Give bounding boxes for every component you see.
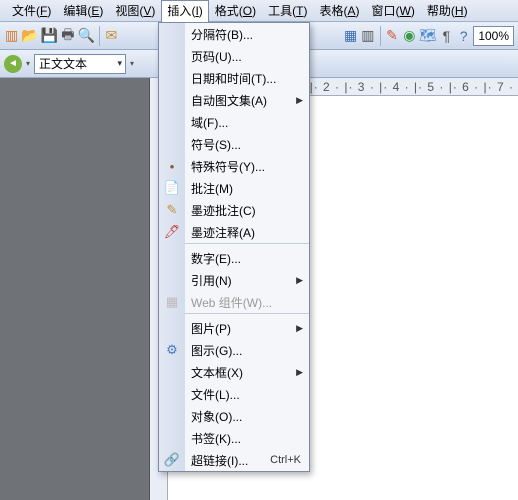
menu-item-field[interactable]: 域(F)... <box>159 111 309 133</box>
menu-item-page-number[interactable]: 页码(U)... <box>159 45 309 67</box>
menu-table[interactable]: 表格(A) <box>314 0 366 21</box>
menu-item-file[interactable]: 文件(L)... <box>159 383 309 405</box>
drawing-icon[interactable]: ✎ <box>384 27 399 45</box>
menu-item-ink-comment[interactable]: ✎墨迹批注(C) <box>159 199 309 221</box>
table-icon[interactable]: ▦ <box>343 27 358 45</box>
menu-item-reference[interactable]: 引用(N)▶ <box>159 269 309 291</box>
nav-dropdown-icon[interactable]: ▾ <box>26 59 30 68</box>
style-dropdown-icon[interactable]: ▾ <box>130 59 134 68</box>
navigation-pane[interactable] <box>0 78 150 500</box>
save-icon[interactable]: 💾 <box>41 27 58 45</box>
menu-item-comment[interactable]: 📄批注(M) <box>159 177 309 199</box>
new-doc-icon[interactable]: ▥ <box>4 27 19 45</box>
menu-item-separator[interactable]: 分隔符(B)... <box>159 23 309 45</box>
menu-tools[interactable]: 工具(T) <box>262 0 313 21</box>
insert-menu-dropdown: 分隔符(B)... 页码(U)... 日期和时间(T)... 自动图文集(A)▶… <box>158 22 310 472</box>
columns-icon[interactable]: ▥ <box>360 27 375 45</box>
zoom-combo[interactable]: 100% <box>473 26 514 46</box>
menu-format[interactable]: 格式(O) <box>209 0 262 21</box>
menu-item-object[interactable]: 对象(O)... <box>159 405 309 427</box>
help-icon[interactable]: ? <box>456 27 471 45</box>
chart-icon[interactable]: ◉ <box>402 27 417 45</box>
bullet-icon: • <box>159 155 185 177</box>
menu-window[interactable]: 窗口(W) <box>366 0 421 21</box>
toolbar-separator <box>99 26 100 46</box>
style-combo[interactable]: 正文文本 <box>34 54 126 74</box>
menu-item-ink-annotation[interactable]: 🖊墨迹注释(A) <box>159 221 309 243</box>
hyperlink-icon: 🔗 <box>159 449 185 471</box>
map-icon[interactable]: 🗺 <box>419 27 437 45</box>
submenu-arrow-icon: ▶ <box>296 323 303 334</box>
menu-help[interactable]: 帮助(H) <box>421 0 474 21</box>
submenu-arrow-icon: ▶ <box>296 367 303 378</box>
menu-item-date-time[interactable]: 日期和时间(T)... <box>159 67 309 89</box>
nav-back-icon[interactable]: ◄ <box>4 55 22 73</box>
menu-edit[interactable]: 编辑(E) <box>57 0 109 21</box>
paragraph-icon[interactable]: ¶ <box>439 27 454 45</box>
menu-item-symbol[interactable]: 符号(S)... <box>159 133 309 155</box>
submenu-arrow-icon: ▶ <box>296 275 303 286</box>
diagram-icon: ⚙ <box>159 339 185 361</box>
open-icon[interactable]: 📂 <box>21 27 38 45</box>
menu-item-number[interactable]: 数字(E)... <box>159 247 309 269</box>
submenu-arrow-icon: ▶ <box>296 95 303 106</box>
print-icon[interactable]: 🖶 <box>60 27 75 45</box>
preview-icon[interactable]: 🔍 <box>77 27 94 45</box>
mail-icon[interactable]: ✉ <box>104 27 119 45</box>
menu-item-picture[interactable]: 图片(P)▶ <box>159 317 309 339</box>
menu-item-special-char[interactable]: •特殊符号(Y)... <box>159 155 309 177</box>
menu-view[interactable]: 视图(V) <box>109 0 161 21</box>
menubar: 文件(F) 编辑(E) 视图(V) 插入(I) 格式(O) 工具(T) 表格(A… <box>0 0 518 22</box>
menu-item-diagram[interactable]: ⚙图示(G)... <box>159 339 309 361</box>
toolbar-separator <box>380 26 381 46</box>
ink-comment-icon: ✎ <box>159 199 185 221</box>
menu-item-autotext[interactable]: 自动图文集(A)▶ <box>159 89 309 111</box>
shortcut-label: Ctrl+K <box>270 454 301 466</box>
menu-item-bookmark[interactable]: 书签(K)... <box>159 427 309 449</box>
comment-icon: 📄 <box>159 177 185 199</box>
menu-item-hyperlink[interactable]: 🔗超链接(I)...Ctrl+K <box>159 449 309 471</box>
menu-item-web-component: ▦Web 组件(W)... <box>159 291 309 313</box>
menu-insert[interactable]: 插入(I) <box>161 0 208 22</box>
menu-file[interactable]: 文件(F) <box>6 0 57 21</box>
ink-pen-icon: 🖊 <box>159 221 185 243</box>
menu-item-textbox[interactable]: 文本框(X)▶ <box>159 361 309 383</box>
web-icon: ▦ <box>159 291 185 313</box>
